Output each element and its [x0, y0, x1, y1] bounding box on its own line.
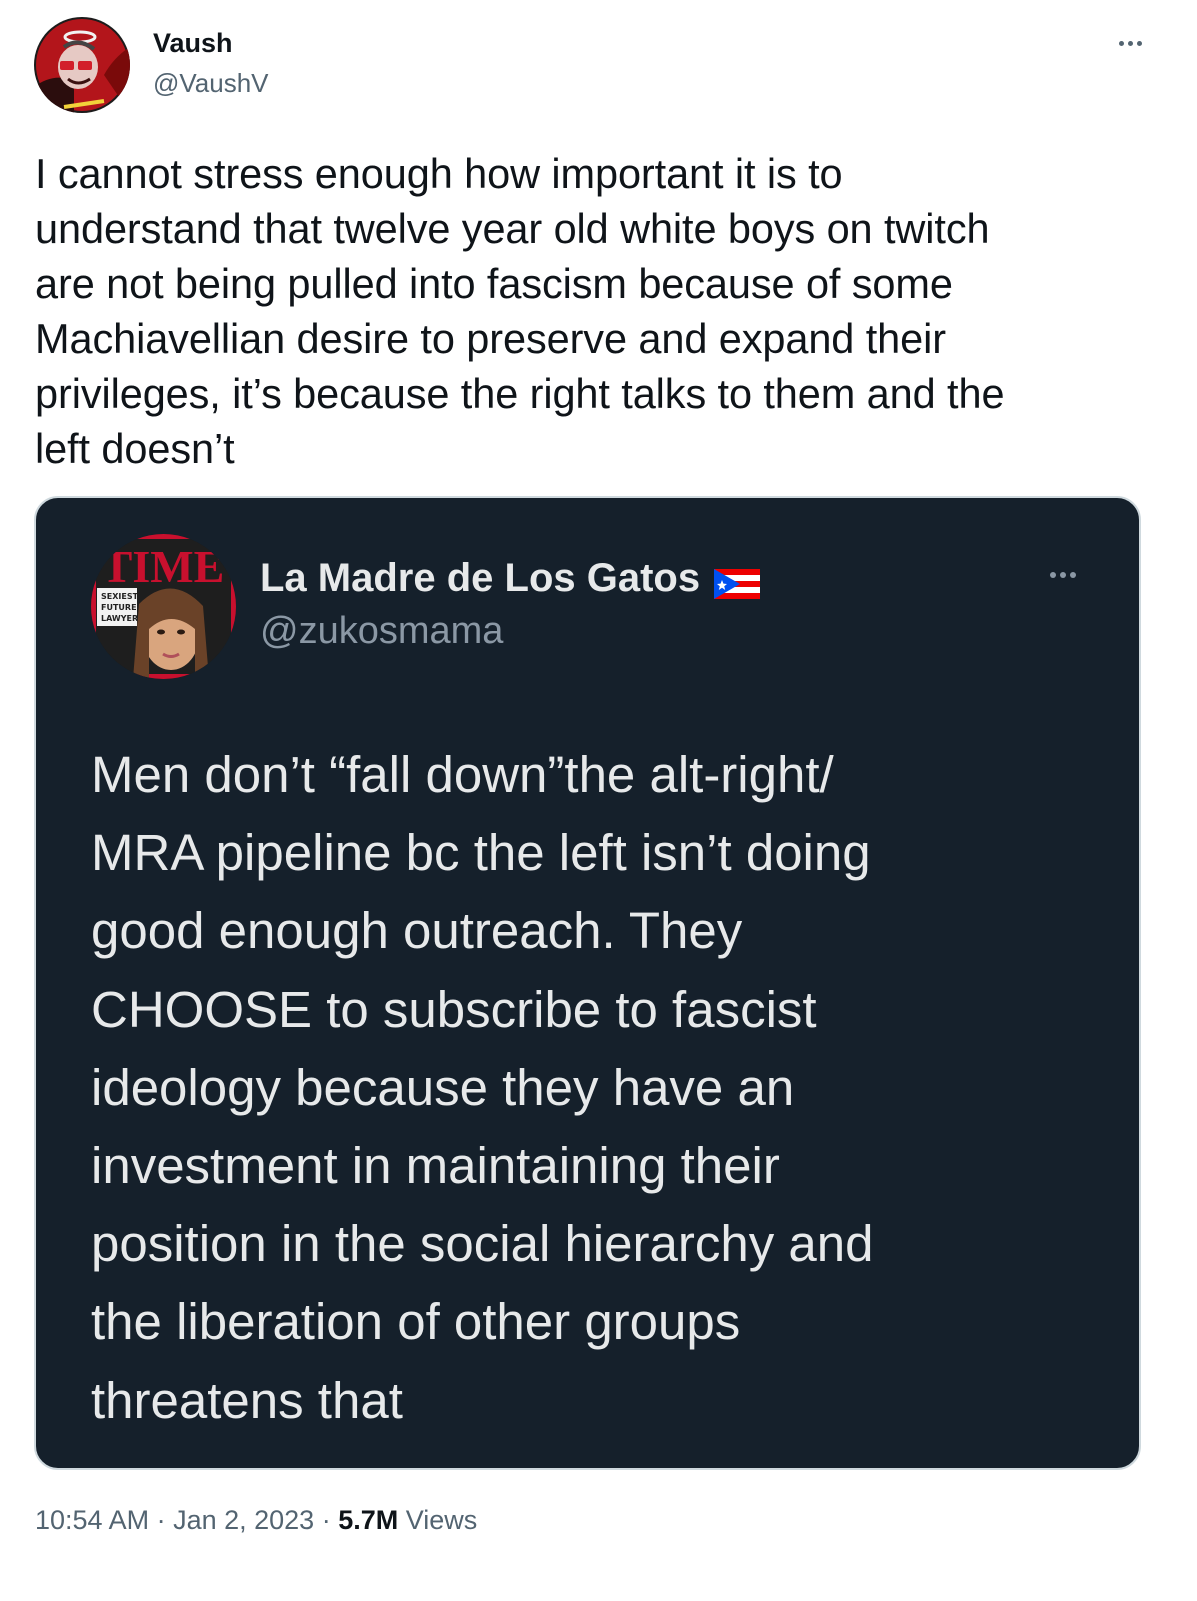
puerto-rico-flag-icon	[714, 564, 761, 599]
quoted-tweet-text: Men don’t “fall down”the alt-right/ MRA …	[91, 746, 874, 1429]
quoted-author-name-row: La Madre de Los Gatos	[260, 556, 761, 601]
avatar-cover-line-2: FUTURE	[101, 603, 137, 612]
quoted-author-name[interactable]: La Madre de Los Gatos	[260, 556, 700, 601]
quoted-author-avatar[interactable]: TIME SEXIEST FUTURE LAWYER	[91, 534, 236, 679]
quoted-more-icon	[1040, 560, 1086, 590]
quoted-author-avatar-image: TIME SEXIEST FUTURE LAWYER	[91, 534, 236, 679]
tweet-text: I cannot stress enough how important it …	[35, 150, 1005, 472]
more-icon[interactable]	[1108, 28, 1152, 58]
author-avatar[interactable]	[34, 17, 130, 113]
avatar-cover-line-1: SEXIEST	[101, 592, 139, 601]
meta-separator: ·	[314, 1505, 339, 1535]
quoted-author-handle[interactable]: @zukosmama	[260, 610, 503, 653]
tweet-time[interactable]: 10:54 AM	[35, 1505, 149, 1535]
avatar-time-masthead: TIME	[102, 541, 225, 592]
avatar-cover-line-3: LAWYER	[101, 614, 138, 623]
author-avatar-image	[34, 17, 130, 113]
meta-separator: ·	[149, 1505, 174, 1535]
quoted-tweet-card[interactable]: TIME SEXIEST FUTURE LAWYER La Madre de L…	[34, 496, 1141, 1470]
author-name[interactable]: Vaush	[153, 28, 233, 59]
tweet-date[interactable]: Jan 2, 2023	[173, 1505, 314, 1535]
tweet-meta: 10:54 AM · Jan 2, 2023 · 5.7M Views	[35, 1505, 477, 1536]
tweet: Vaush @VaushV I cannot stress enough how…	[0, 0, 1197, 1601]
views-label: Views	[398, 1505, 478, 1535]
views-count: 5.7M	[338, 1505, 399, 1535]
author-handle[interactable]: @VaushV	[153, 68, 269, 99]
